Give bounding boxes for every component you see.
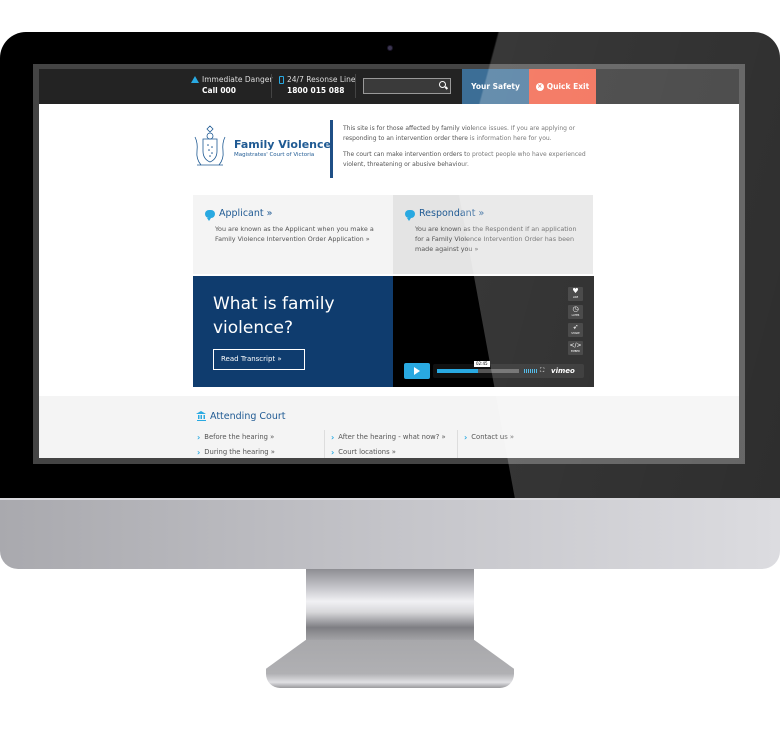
monitor-chin xyxy=(0,498,780,569)
applicant-card[interactable]: Applicant » You are known as the Applica… xyxy=(193,195,393,274)
divider xyxy=(355,74,356,98)
link-before-hearing[interactable]: › Before the hearing » xyxy=(197,430,275,445)
time-tooltip: 02:45 xyxy=(474,361,490,367)
quick-exit-label: Quick Exit xyxy=(546,82,590,91)
brand[interactable]: Family Violence Magistrates' Court of Vi… xyxy=(234,138,331,158)
response-label: 24/7 Resonse Line xyxy=(287,75,356,84)
courthouse-icon xyxy=(196,410,206,421)
like-button[interactable]: ♥ LIKE xyxy=(568,287,583,301)
site-title: Family Violence xyxy=(234,138,331,151)
share-button[interactable]: ➶ SHARE xyxy=(568,323,583,337)
embed-button[interactable]: </> EMBED xyxy=(568,341,583,355)
link-during-hearing[interactable]: › During the hearing » xyxy=(197,445,275,458)
response-number[interactable]: 1800 015 088 xyxy=(279,85,356,96)
court-links-col1: › Before the hearing » › During the hearin… xyxy=(197,430,275,458)
attending-court-section: Attending Court › Before the hearing » › D… xyxy=(39,396,739,458)
danger-label: Immediate Danger xyxy=(202,75,273,84)
chevron-right-icon: › xyxy=(197,448,201,457)
intro-text: This site is for those affected by famil… xyxy=(343,124,593,170)
monitor-stand-foot xyxy=(266,640,514,688)
header-divider xyxy=(330,120,333,178)
monitor-chin-edge xyxy=(0,498,780,500)
search-icon[interactable] xyxy=(439,81,446,88)
respondant-card[interactable]: Respondant » You are known as the Respon… xyxy=(393,195,593,274)
court-links-col3: › Contact us » xyxy=(457,430,514,458)
speech-bubbles-icon xyxy=(405,209,415,221)
play-button[interactable] xyxy=(404,363,430,379)
link-after-hearing[interactable]: › After the hearing - what now? » xyxy=(331,430,446,445)
link-court-locations[interactable]: › Court locations » xyxy=(331,445,446,458)
close-circle-icon: × xyxy=(535,82,544,91)
danger-number[interactable]: Call 000 xyxy=(191,85,272,96)
top-bar: Immediate Danger Call 000 24/7 Resonse L… xyxy=(39,69,739,104)
applicant-description[interactable]: You are known as the Applicant when you … xyxy=(205,224,381,244)
progress-fill xyxy=(437,369,478,373)
respondant-link[interactable]: Respondant » xyxy=(419,208,484,219)
video-player[interactable]: ♥ LIKE ◷ LATER ➶ SHARE </> EMBED 02:45 ⛶ vim… xyxy=(393,276,594,387)
chevron-right-icon: › xyxy=(331,433,335,442)
progress-bar[interactable]: 02:45 xyxy=(437,361,519,373)
monitor-screen: Immediate Danger Call 000 24/7 Resonse L… xyxy=(33,64,745,464)
section-heading: Attending Court xyxy=(210,411,286,422)
search-input[interactable] xyxy=(364,85,436,100)
watch-later-button[interactable]: ◷ LATER xyxy=(568,305,583,319)
divider xyxy=(271,74,272,98)
speech-bubble-icon xyxy=(205,209,215,221)
promo-heading: What is family violence? xyxy=(213,294,335,338)
video-controls: 02:45 ⛶ vimeo xyxy=(433,361,584,378)
volume-icon[interactable] xyxy=(524,369,537,373)
warning-icon xyxy=(191,76,199,83)
read-transcript-button[interactable]: Read Transcript » xyxy=(213,349,305,370)
response-line: 24/7 Resonse Line 1800 015 088 xyxy=(279,74,356,96)
video-side-buttons: ♥ LIKE ◷ LATER ➶ SHARE </> EMBED xyxy=(568,287,583,355)
search-box xyxy=(363,78,451,100)
chevron-right-icon: › xyxy=(464,433,468,442)
quick-exit-button[interactable]: × Quick Exit xyxy=(529,69,596,104)
fullscreen-icon[interactable]: ⛶ xyxy=(540,367,544,375)
respondant-description[interactable]: You are known as the Respondent if an ap… xyxy=(405,224,581,254)
web-page: Immediate Danger Call 000 24/7 Resonse L… xyxy=(39,69,739,458)
chevron-right-icon: › xyxy=(197,433,201,442)
applicant-link[interactable]: Applicant » xyxy=(219,208,272,219)
camera-icon xyxy=(387,45,393,51)
site-subtitle: Magistrates' Court of Victoria xyxy=(234,152,315,158)
intro-paragraph: The court can make intervention orders t… xyxy=(343,151,586,168)
video-promo: What is family violence? Read Transcript… xyxy=(193,276,393,387)
your-safety-button[interactable]: Your Safety xyxy=(462,69,529,104)
immediate-danger: Immediate Danger Call 000 xyxy=(191,74,272,96)
chevron-right-icon: › xyxy=(331,448,335,457)
coat-of-arms-logo[interactable] xyxy=(191,123,229,171)
court-links-col2: › After the hearing - what now? » › Court … xyxy=(324,430,446,458)
phone-icon xyxy=(279,75,284,84)
vimeo-logo[interactable]: vimeo xyxy=(551,366,575,376)
link-contact-us[interactable]: › Contact us » xyxy=(464,430,514,445)
intro-paragraph: This site is for those affected by famil… xyxy=(343,125,576,142)
